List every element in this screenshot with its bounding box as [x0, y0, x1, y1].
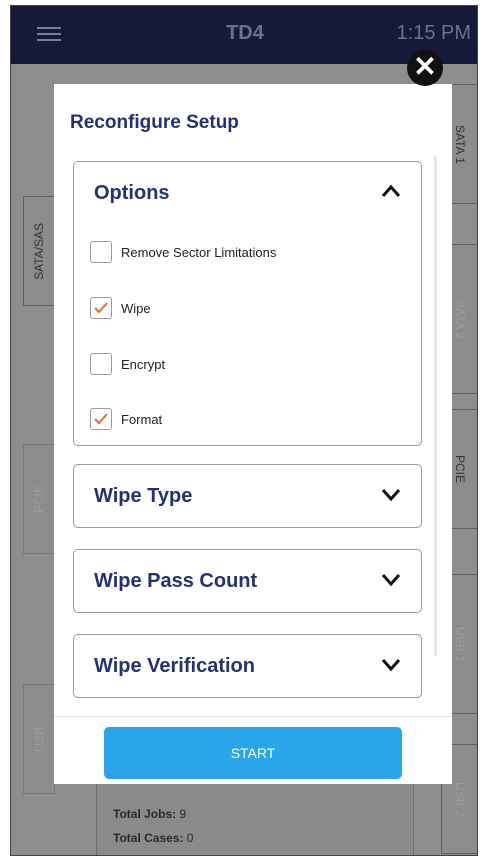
checkmark-icon — [94, 302, 108, 314]
modal-footer: START — [54, 716, 452, 784]
chevron-down-icon[interactable] — [381, 487, 401, 507]
checkbox-checked[interactable] — [90, 297, 112, 319]
tab-usb-left[interactable]: USB — [23, 684, 55, 794]
chevron-down-icon[interactable] — [381, 657, 401, 677]
tab-sata-sas[interactable]: SATA/SAS — [23, 196, 55, 306]
chevron-down-icon[interactable] — [381, 572, 401, 592]
clock: 1:15 PM — [396, 22, 471, 44]
option-wipe[interactable]: Wipe — [90, 294, 151, 322]
option-format[interactable]: Format — [90, 405, 162, 433]
checkbox[interactable] — [90, 241, 112, 263]
option-encrypt[interactable]: Encrypt — [90, 350, 165, 378]
options-section: Options Remove Sector Limitations Wipe E… — [73, 161, 422, 446]
wipe-pass-count-section[interactable]: Wipe Pass Count — [73, 549, 422, 613]
scrollbar[interactable] — [434, 156, 437, 656]
top-bar: TD4 1:15 PM — [11, 6, 477, 64]
checkbox[interactable] — [90, 353, 112, 375]
options-header[interactable]: Options — [94, 162, 170, 224]
wipe-pass-count-header[interactable]: Wipe Pass Count — [94, 550, 257, 612]
option-remove-sector-limitations[interactable]: Remove Sector Limitations — [90, 238, 276, 266]
wipe-type-section[interactable]: Wipe Type — [73, 464, 422, 528]
totals: Total Jobs: 9 Total Cases: 0 — [113, 802, 193, 850]
close-icon[interactable]: ✕ — [407, 50, 443, 86]
start-button[interactable]: START — [104, 727, 402, 779]
total-jobs: Total Jobs: 9 — [113, 807, 187, 821]
chevron-up-icon[interactable] — [381, 184, 401, 204]
device-frame: TD4 1:15 PM SATA 1 SATA 2 PCIE USB 1 USB… — [10, 5, 478, 856]
checkbox-checked[interactable] — [90, 408, 112, 430]
modal-title: Reconfigure Setup — [70, 112, 239, 133]
wipe-verification-header[interactable]: Wipe Verification — [94, 635, 255, 697]
reconfigure-setup-modal: Reconfigure Setup Options Remove Sector … — [54, 84, 452, 784]
checkmark-icon — [94, 413, 108, 425]
modal-scroll-area[interactable]: Options Remove Sector Limitations Wipe E… — [54, 154, 452, 714]
total-cases: Total Cases: 0 — [113, 831, 194, 845]
wipe-verification-section[interactable]: Wipe Verification — [73, 634, 422, 698]
tab-pcie-left[interactable]: PCIE — [23, 444, 55, 554]
wipe-type-header[interactable]: Wipe Type — [94, 465, 192, 527]
